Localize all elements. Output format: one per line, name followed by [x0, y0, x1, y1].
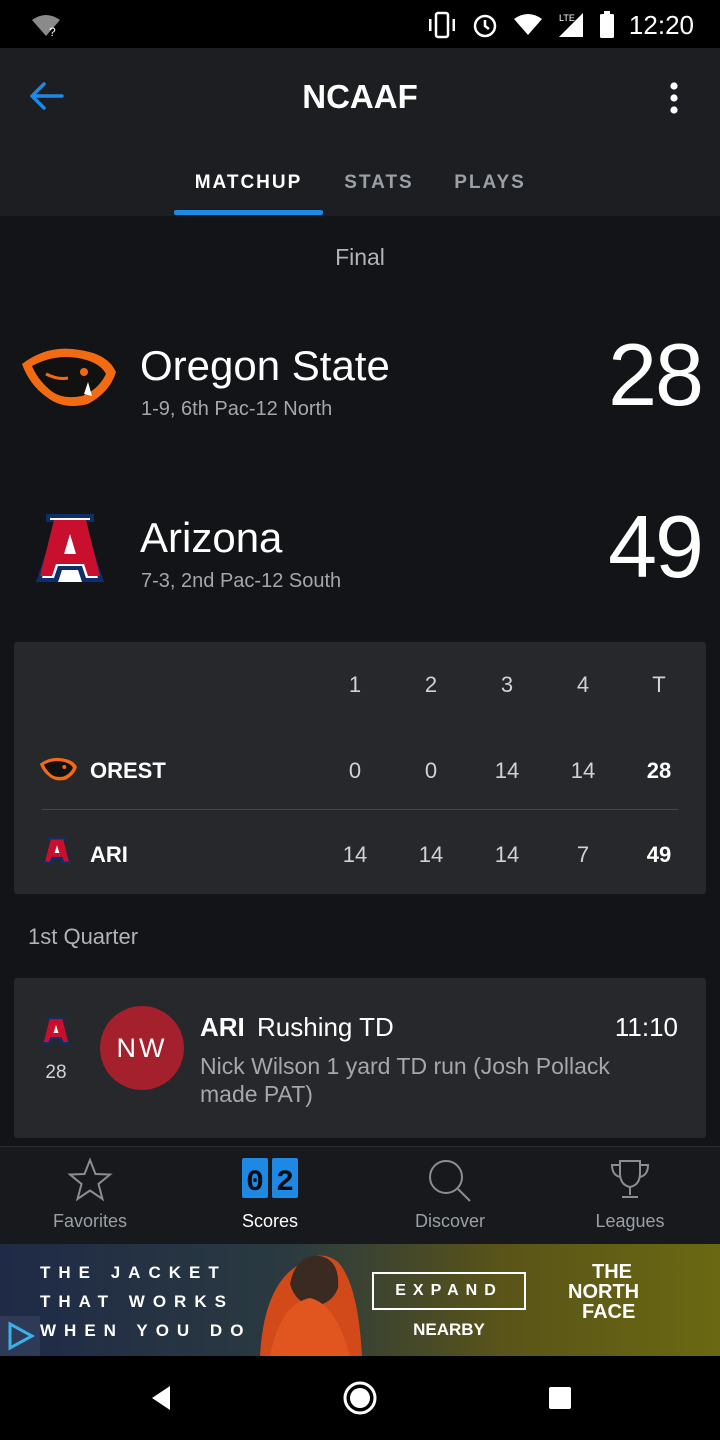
- score-cell: 14: [418, 842, 444, 867]
- tab-bar: MATCHUP STATS PLAYS: [174, 156, 545, 216]
- play-team: ARI: [200, 1012, 245, 1042]
- ad-banner[interactable]: THE JACKET THAT WORKS WHEN YOU DO EXPAND…: [0, 1244, 720, 1356]
- period-header: 2: [424, 672, 438, 697]
- linescore-team: ARI: [90, 842, 128, 867]
- play-card[interactable]: 28 NW ARI Rushing TD 11:10 Nick Wilson 1…: [14, 978, 706, 1138]
- tab-matchup[interactable]: MATCHUP: [174, 156, 323, 216]
- brand-line: THE: [592, 1261, 632, 1283]
- svg-text:2: 2: [276, 1166, 294, 1199]
- team-name: Arizona: [140, 514, 283, 561]
- more-options-icon[interactable]: [658, 78, 690, 118]
- back-triangle-icon[interactable]: [138, 1376, 182, 1420]
- linescore-row: ARI 14 14 14 7 49: [14, 826, 706, 896]
- nav-leagues[interactable]: Leagues: [540, 1147, 720, 1245]
- total-cell: 28: [646, 758, 672, 783]
- play-team-score: 28: [45, 1062, 67, 1083]
- alarm-icon: [473, 14, 497, 38]
- period-header: 4: [576, 672, 590, 697]
- tab-indicator: [174, 210, 323, 215]
- trophy-icon: [610, 1160, 650, 1198]
- battery-icon: [599, 11, 614, 38]
- search-icon: [429, 1160, 471, 1202]
- team-score: 28: [608, 325, 704, 424]
- score-cell: 0: [424, 758, 438, 783]
- ad-nearby-label: NEARBY: [413, 1320, 485, 1339]
- nav-discover[interactable]: Discover: [360, 1147, 540, 1245]
- bottom-navigation: Favorites 0 2 Scores Discover Leagues: [0, 1146, 720, 1244]
- clock: 12:20: [628, 9, 694, 40]
- score-cell: 7: [576, 842, 590, 867]
- status-bar: ? LTE 12:20: [0, 0, 720, 48]
- total-header: T: [652, 672, 666, 697]
- team-record: 1-9, 6th Pac-12 North: [141, 398, 333, 420]
- signal-icon: LTE: [558, 13, 583, 37]
- period-header: 3: [500, 672, 514, 697]
- ad-expand-button[interactable]: EXPAND: [372, 1272, 526, 1310]
- svg-text:0: 0: [246, 1166, 264, 1199]
- score-cell: 14: [494, 758, 520, 783]
- tab-stats[interactable]: STATS: [323, 156, 435, 216]
- oregon-state-beaver-logo: [22, 348, 116, 406]
- team-record: 7-3, 2nd Pac-12 South: [141, 570, 342, 592]
- linescore-card: 1 2 3 4 T OREST 0 0 14 14 28 ARI 14 14 1…: [14, 642, 706, 894]
- status-icons: LTE 12:20: [427, 8, 694, 42]
- linescore-row: OREST 0 0 14 14 28: [14, 742, 706, 812]
- ad-line: THE JACKET: [40, 1263, 227, 1282]
- row-divider: [42, 809, 678, 810]
- page-title: NCAAF: [302, 78, 418, 115]
- total-cell: 49: [646, 842, 672, 867]
- nav-label: Favorites: [52, 1211, 128, 1231]
- wifi-unknown-icon: ?: [32, 15, 60, 38]
- team-name: Oregon State: [140, 342, 390, 389]
- score-cell: 14: [342, 842, 368, 867]
- svg-text:?: ?: [49, 25, 56, 38]
- ad-model-image: [260, 1255, 362, 1356]
- brand-line: FACE: [582, 1301, 636, 1323]
- ad-headline: THE JACKET THAT WORKS WHEN YOU DO: [40, 1258, 251, 1345]
- wifi-icon: [513, 14, 542, 35]
- ad-line: THAT WORKS: [40, 1292, 234, 1311]
- scoreboard-icon: 0 2: [242, 1158, 298, 1199]
- ad-choices-badge[interactable]: [0, 1316, 40, 1356]
- vibrate-icon: [428, 11, 455, 39]
- nav-scores[interactable]: 0 2 Scores: [180, 1147, 360, 1245]
- linescore-team: OREST: [90, 758, 166, 783]
- play-time: 11:10: [614, 1012, 678, 1042]
- svg-text:LTE: LTE: [559, 13, 575, 23]
- nav-favorites[interactable]: Favorites: [0, 1147, 180, 1245]
- arizona-logo: [43, 837, 71, 865]
- score-cell: 14: [570, 758, 596, 783]
- away-team-row[interactable]: Oregon State 1-9, 6th Pac-12 North 28: [0, 325, 720, 452]
- north-face-logo: THE NORTH FACE: [560, 1262, 680, 1322]
- star-icon: [67, 1157, 113, 1202]
- arizona-logo: [42, 1016, 70, 1045]
- player-avatar: NW: [100, 1006, 184, 1090]
- play-type: Rushing TD: [257, 1012, 394, 1042]
- brand-line: NORTH: [568, 1281, 640, 1303]
- play-description: Nick Wilson 1 yard TD run (Josh Pollack …: [200, 1053, 610, 1107]
- nav-label: Discover: [414, 1211, 485, 1231]
- home-team-row[interactable]: Arizona 7-3, 2nd Pac-12 South 49: [0, 497, 720, 624]
- system-navigation-bar: [0, 1356, 720, 1440]
- nav-label: Leagues: [595, 1211, 665, 1231]
- arizona-logo: [36, 514, 104, 582]
- app-bar: NCAAF MATCHUP STATS PLAYS: [0, 48, 720, 216]
- game-status: Final: [335, 244, 385, 270]
- recents-square-icon[interactable]: [538, 1376, 582, 1420]
- score-cell: 14: [494, 842, 520, 867]
- quarter-section-label: 1st Quarter: [28, 924, 139, 949]
- tab-plays[interactable]: PLAYS: [435, 156, 545, 216]
- team-score: 49: [608, 497, 704, 596]
- nav-label: Scores: [241, 1211, 299, 1231]
- ad-line: WHEN YOU DO: [40, 1321, 252, 1340]
- period-header: 1: [348, 672, 362, 697]
- ad-play-icon: [8, 1321, 36, 1351]
- score-cell: 0: [348, 758, 362, 783]
- home-circle-icon[interactable]: [338, 1376, 382, 1420]
- oregon-state-beaver-logo: [39, 757, 77, 781]
